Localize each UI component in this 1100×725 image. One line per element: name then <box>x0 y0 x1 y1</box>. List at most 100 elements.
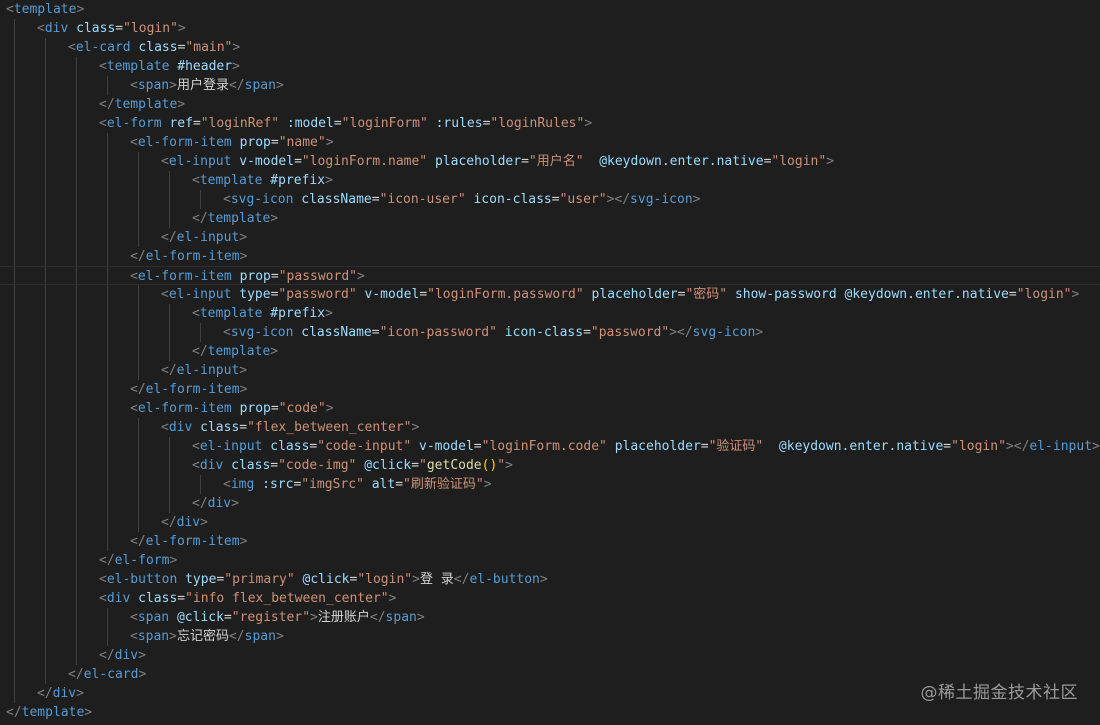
code-line[interactable]: <div class="code-img" @click="getCode()"… <box>6 456 513 475</box>
code-token-eq: = <box>270 135 279 150</box>
code-line[interactable]: </div> <box>6 494 239 513</box>
code-token-tag: el-input <box>1029 439 1093 454</box>
code-token-paren: () <box>481 458 498 473</box>
code-token-tag: span <box>137 78 170 93</box>
code-token-tag: div <box>199 458 224 473</box>
code-line[interactable]: <span>用户登录</span> <box>6 76 284 95</box>
code-token-punc: < <box>192 306 200 321</box>
code-line[interactable]: <el-form-item prop="name"> <box>6 133 334 152</box>
code-token-tag: template <box>199 173 263 188</box>
code-line[interactable]: <template #prefix> <box>6 171 333 190</box>
code-token-tag: el-input <box>176 363 240 378</box>
code-token-eq: = <box>270 401 279 416</box>
code-line[interactable]: <template #prefix> <box>6 304 333 323</box>
code-token-tag: el-card <box>83 667 139 682</box>
code-token-punc: < <box>223 477 231 492</box>
code-token-attr: #prefix <box>270 306 326 321</box>
code-line[interactable]: <el-form-item prop="code"> <box>6 399 334 418</box>
code-token-punc: > <box>232 59 240 74</box>
code-line[interactable]: <template #header> <box>6 57 240 76</box>
code-token-punc: > <box>325 173 333 188</box>
code-token-eq: = <box>371 325 380 340</box>
code-token-str: "login" <box>357 572 413 587</box>
code-line[interactable]: </template> <box>6 342 278 361</box>
code-token-punc: > <box>357 269 365 284</box>
code-line[interactable]: </div> <box>6 513 208 532</box>
code-line[interactable]: <span @click="register">注册账户</span> <box>6 608 425 627</box>
code-token-attr: #header <box>177 59 233 74</box>
code-token-attr: placeholder <box>591 287 678 302</box>
code-token-str: "password" <box>278 287 357 302</box>
code-editor[interactable]: <template> <div class="login"> <el-card cl… <box>0 0 1100 725</box>
code-line[interactable]: </el-input> <box>6 228 247 247</box>
code-token-punc: > <box>232 40 241 55</box>
code-token-attr: v-model <box>239 154 295 169</box>
code-token-punc: ></ <box>606 192 631 207</box>
code-token-text: 用户登录 <box>176 78 229 93</box>
code-token-punc: < <box>161 420 169 435</box>
code-token-str: "loginForm.name" <box>301 154 428 169</box>
code-line-active[interactable]: <el-form-item prop="password"> <box>0 266 1100 285</box>
code-token-str: "密码" <box>685 287 728 302</box>
code-token-attr: @click <box>302 572 350 587</box>
code-token-attr: icon-class <box>473 192 552 207</box>
code-token-str: "loginRules" <box>490 116 585 131</box>
code-line[interactable]: </div> <box>6 646 146 665</box>
code-line[interactable]: <div class="info flex_between_center"> <box>6 589 396 608</box>
code-token-attr: :rules <box>435 116 483 131</box>
code-token-tag: div <box>44 21 69 36</box>
code-token-punc: < <box>99 591 107 606</box>
code-line[interactable]: <el-input class="code-input" v-model="lo… <box>6 437 1100 456</box>
code-line[interactable]: </el-form-item> <box>6 532 247 551</box>
code-token-punc: </ <box>130 382 146 397</box>
code-token-tag: el-input <box>176 230 240 245</box>
code-line[interactable]: <div class="login"> <box>6 19 186 38</box>
code-token-punc: > <box>325 401 334 416</box>
code-token-str: "register" <box>231 610 311 625</box>
code-line[interactable]: <el-card class="main"> <box>6 38 240 57</box>
code-line[interactable]: <svg-icon className="icon-user" icon-cla… <box>6 190 701 209</box>
code-token-attr: #prefix <box>270 173 326 188</box>
code-line[interactable]: </el-card> <box>6 665 146 684</box>
code-token-eq: = <box>270 269 279 284</box>
code-token-punc: </ <box>453 572 470 587</box>
code-token-tag: el-form-item <box>137 269 232 284</box>
code-token-str: "login" <box>123 21 178 36</box>
code-line[interactable]: <el-input v-model="loginForm.name" place… <box>6 152 834 171</box>
code-token-punc: < <box>99 572 107 587</box>
code-token-eq: = <box>1008 287 1017 302</box>
code-line[interactable]: <el-input type="password" v-model="login… <box>6 285 1079 304</box>
code-token-punc: ></ <box>1005 439 1030 454</box>
code-token-punc: > <box>239 249 248 264</box>
code-line[interactable]: <img :src="imgSrc" alt="刷新验证码"> <box>6 475 492 494</box>
code-token-punc: > <box>539 572 548 587</box>
code-line[interactable]: </el-form-item> <box>6 247 247 266</box>
code-token-str: " <box>419 458 427 473</box>
code-line[interactable]: </template> <box>6 95 185 114</box>
code-line[interactable]: <svg-icon className="icon-password" icon… <box>6 323 763 342</box>
code-line[interactable]: </template> <box>6 703 92 722</box>
code-line[interactable]: </el-input> <box>6 361 247 380</box>
code-line[interactable]: <el-form ref="loginRef" :model="loginFor… <box>6 114 592 133</box>
code-line[interactable]: <div class="flex_between_center"> <box>6 418 419 437</box>
code-line[interactable]: </el-form-item> <box>6 380 247 399</box>
code-line[interactable]: <el-button type="primary" @click="login"… <box>6 570 548 589</box>
code-token-punc: > <box>239 363 248 378</box>
code-token-punc: </ <box>130 534 146 549</box>
code-token-tag: span <box>385 610 417 625</box>
code-line[interactable]: </template> <box>6 209 278 228</box>
code-token-punc: </ <box>228 629 245 644</box>
code-line[interactable]: </el-form> <box>6 551 177 570</box>
code-line[interactable]: </div> <box>6 684 84 703</box>
code-line[interactable]: <template> <box>6 0 84 19</box>
code-line[interactable]: <span>忘记密码</span> <box>6 627 284 646</box>
